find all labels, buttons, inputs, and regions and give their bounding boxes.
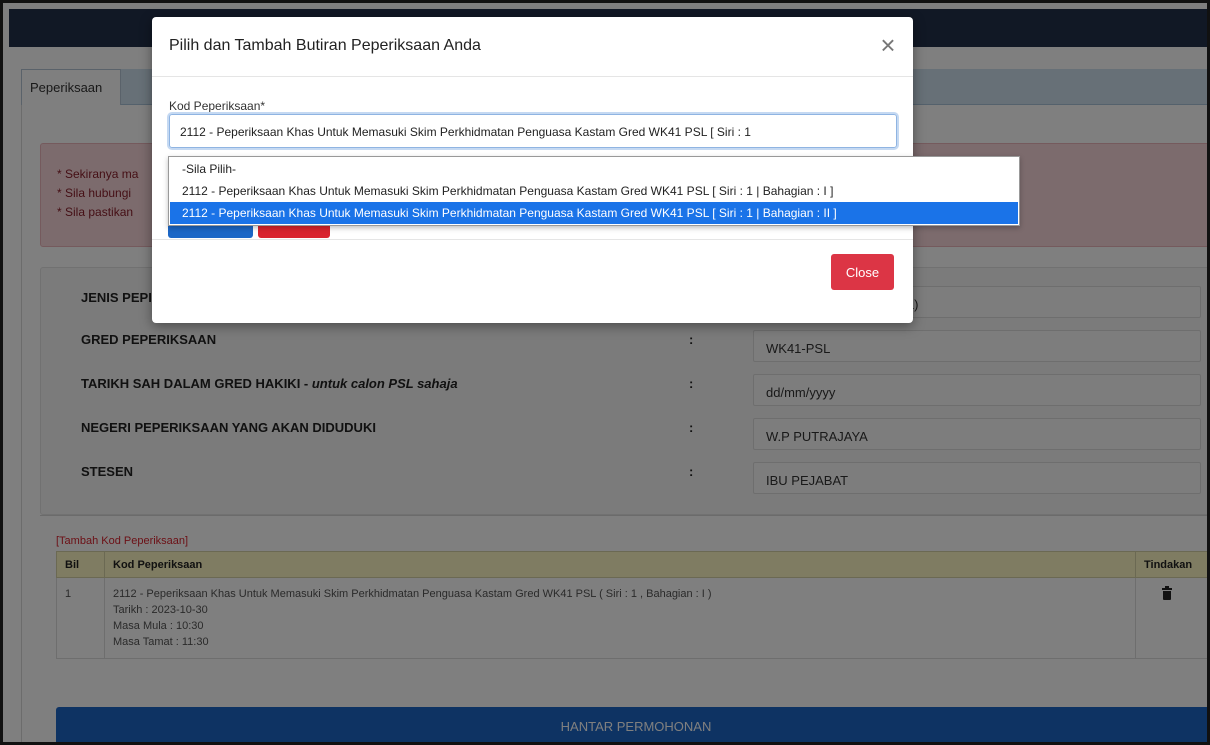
dropdown-option-selected[interactable]: 2112 - Peperiksaan Khas Untuk Memasuki S…	[170, 202, 1018, 224]
modal-footer-divider	[152, 239, 913, 240]
close-button[interactable]: Close	[831, 254, 894, 290]
exam-code-label: Kod Peperiksaan*	[169, 99, 266, 113]
app-window: Peperiksaan * Sekiranya ma * Sila hubung…	[0, 0, 1210, 745]
modal-title: Pilih dan Tambah Butiran Peperiksaan And…	[169, 37, 481, 54]
exam-code-select[interactable]: 2112 - Peperiksaan Khas Untuk Memasuki S…	[169, 114, 897, 148]
dropdown-option[interactable]: 2112 - Peperiksaan Khas Untuk Memasuki S…	[170, 180, 1018, 202]
hidden-cancel-button[interactable]	[258, 225, 330, 238]
modal-header: Pilih dan Tambah Butiran Peperiksaan And…	[152, 17, 913, 77]
hidden-add-button[interactable]	[168, 225, 253, 238]
dropdown-option[interactable]: -Sila Pilih-	[170, 158, 1018, 180]
exam-code-dropdown: -Sila Pilih- 2112 - Peperiksaan Khas Unt…	[168, 156, 1020, 226]
close-icon[interactable]: ×	[878, 32, 898, 58]
